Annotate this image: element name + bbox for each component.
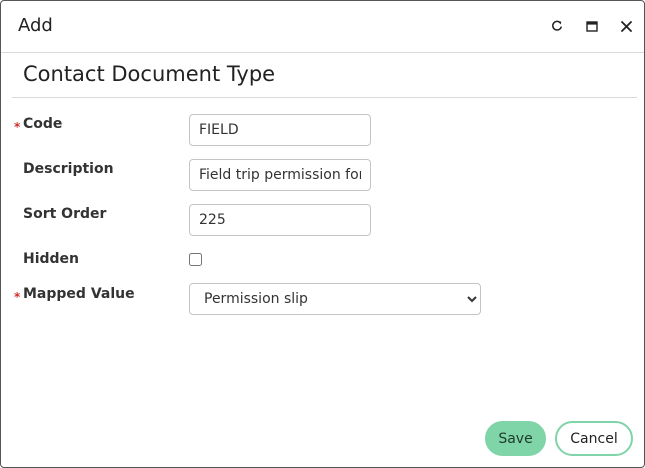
code-label: Code (23, 116, 63, 132)
refresh-button[interactable] (548, 17, 566, 35)
mapped-value-select[interactable]: Permission slip (189, 283, 481, 315)
mapped-value-label: Mapped Value (23, 286, 135, 302)
close-icon (620, 20, 632, 32)
required-marker: * (14, 290, 21, 304)
hidden-label: Hidden (23, 251, 80, 267)
description-input[interactable] (189, 159, 371, 191)
maximize-button[interactable] (583, 17, 601, 35)
dialog-title: Add (18, 15, 53, 36)
dialog-titlebar: Add (1, 1, 644, 53)
heading-divider (12, 97, 637, 98)
description-label: Description (23, 161, 114, 177)
hidden-checkbox[interactable] (189, 253, 202, 266)
required-marker: * (14, 120, 21, 134)
close-button[interactable] (617, 17, 635, 35)
save-button[interactable]: Save (485, 421, 546, 456)
add-dialog: Add Contact Document Type * Code Descrip… (0, 0, 645, 468)
sort-order-input[interactable] (189, 204, 371, 236)
sort-order-label: Sort Order (23, 206, 107, 222)
cancel-button[interactable]: Cancel (555, 421, 633, 456)
code-input[interactable] (189, 114, 371, 146)
maximize-icon (586, 20, 598, 32)
form-heading: Contact Document Type (23, 62, 276, 86)
refresh-icon (552, 20, 563, 31)
